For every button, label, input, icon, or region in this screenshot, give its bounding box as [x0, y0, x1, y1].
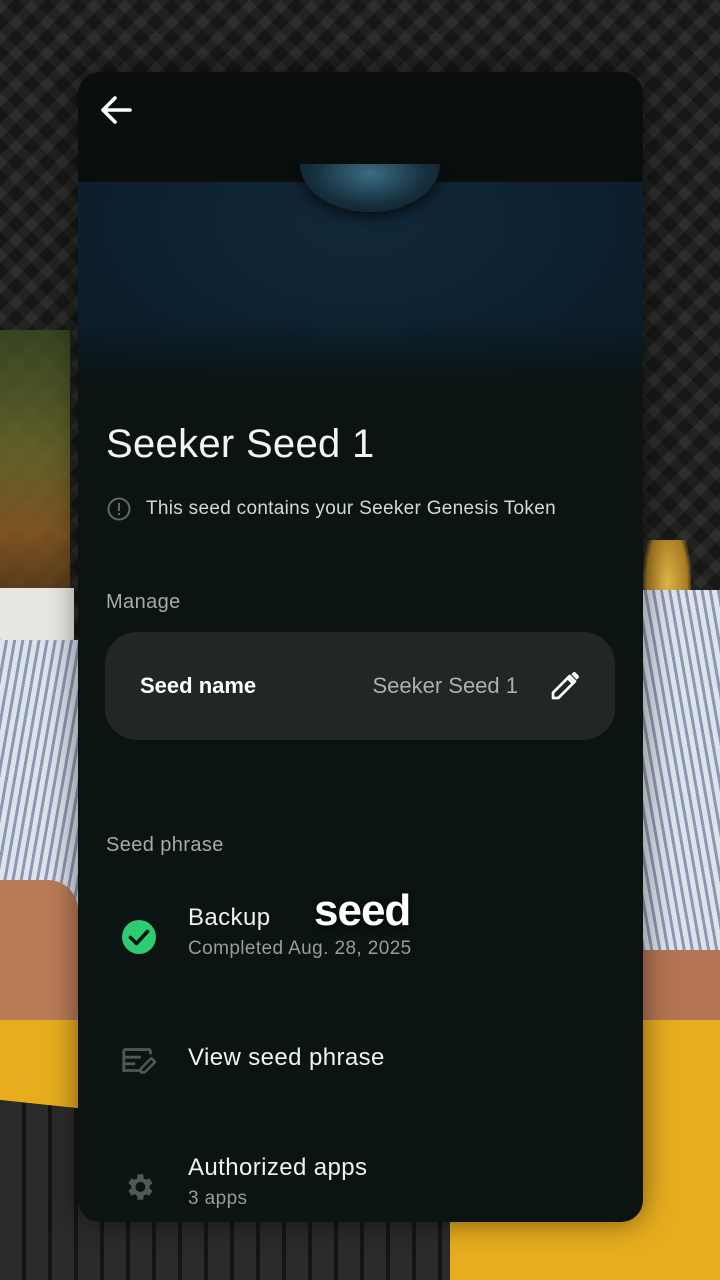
manage-section-label: Manage — [106, 591, 181, 613]
plant-pot — [0, 588, 74, 648]
seed-name-label: Seed name — [140, 673, 257, 698]
view-seed-phrase-item[interactable]: View seed phrase — [106, 1032, 616, 1112]
seed-hero-image — [78, 164, 643, 382]
arm-left — [0, 880, 78, 1040]
arrow-left-icon — [101, 96, 132, 124]
genesis-token-notice: This seed contains your Seeker Genesis T… — [106, 496, 556, 522]
video-caption: seed — [314, 886, 411, 935]
info-circle-icon — [107, 497, 131, 521]
seed-details-screen: Seeker Seed 1 This seed contains your Se… — [78, 72, 643, 1222]
authorized-apps-item[interactable]: Authorized apps 3 apps — [106, 1142, 616, 1222]
pencil-icon[interactable] — [549, 670, 581, 702]
edit-note-icon — [120, 1042, 158, 1080]
view-seed-phrase-title: View seed phrase — [188, 1044, 385, 1071]
backup-title: Backup — [188, 904, 271, 931]
seed-name-value: Seeker Seed 1 — [372, 673, 518, 698]
authorized-apps-title: Authorized apps — [188, 1154, 368, 1181]
check-circle-icon — [120, 918, 158, 956]
backup-subtitle: Completed Aug. 28, 2025 — [188, 938, 412, 959]
seed-name-row[interactable]: Seed name Seeker Seed 1 — [105, 632, 615, 740]
authorized-apps-subtitle: 3 apps — [188, 1188, 248, 1209]
seed-phrase-section-label: Seed phrase — [106, 834, 224, 856]
page-title: Seeker Seed 1 — [106, 422, 375, 466]
plant — [0, 330, 70, 600]
seed-device-graphic — [300, 164, 440, 212]
notice-text: This seed contains your Seeker Genesis T… — [146, 498, 556, 519]
back-button[interactable] — [92, 90, 140, 130]
gear-icon — [120, 1168, 158, 1206]
